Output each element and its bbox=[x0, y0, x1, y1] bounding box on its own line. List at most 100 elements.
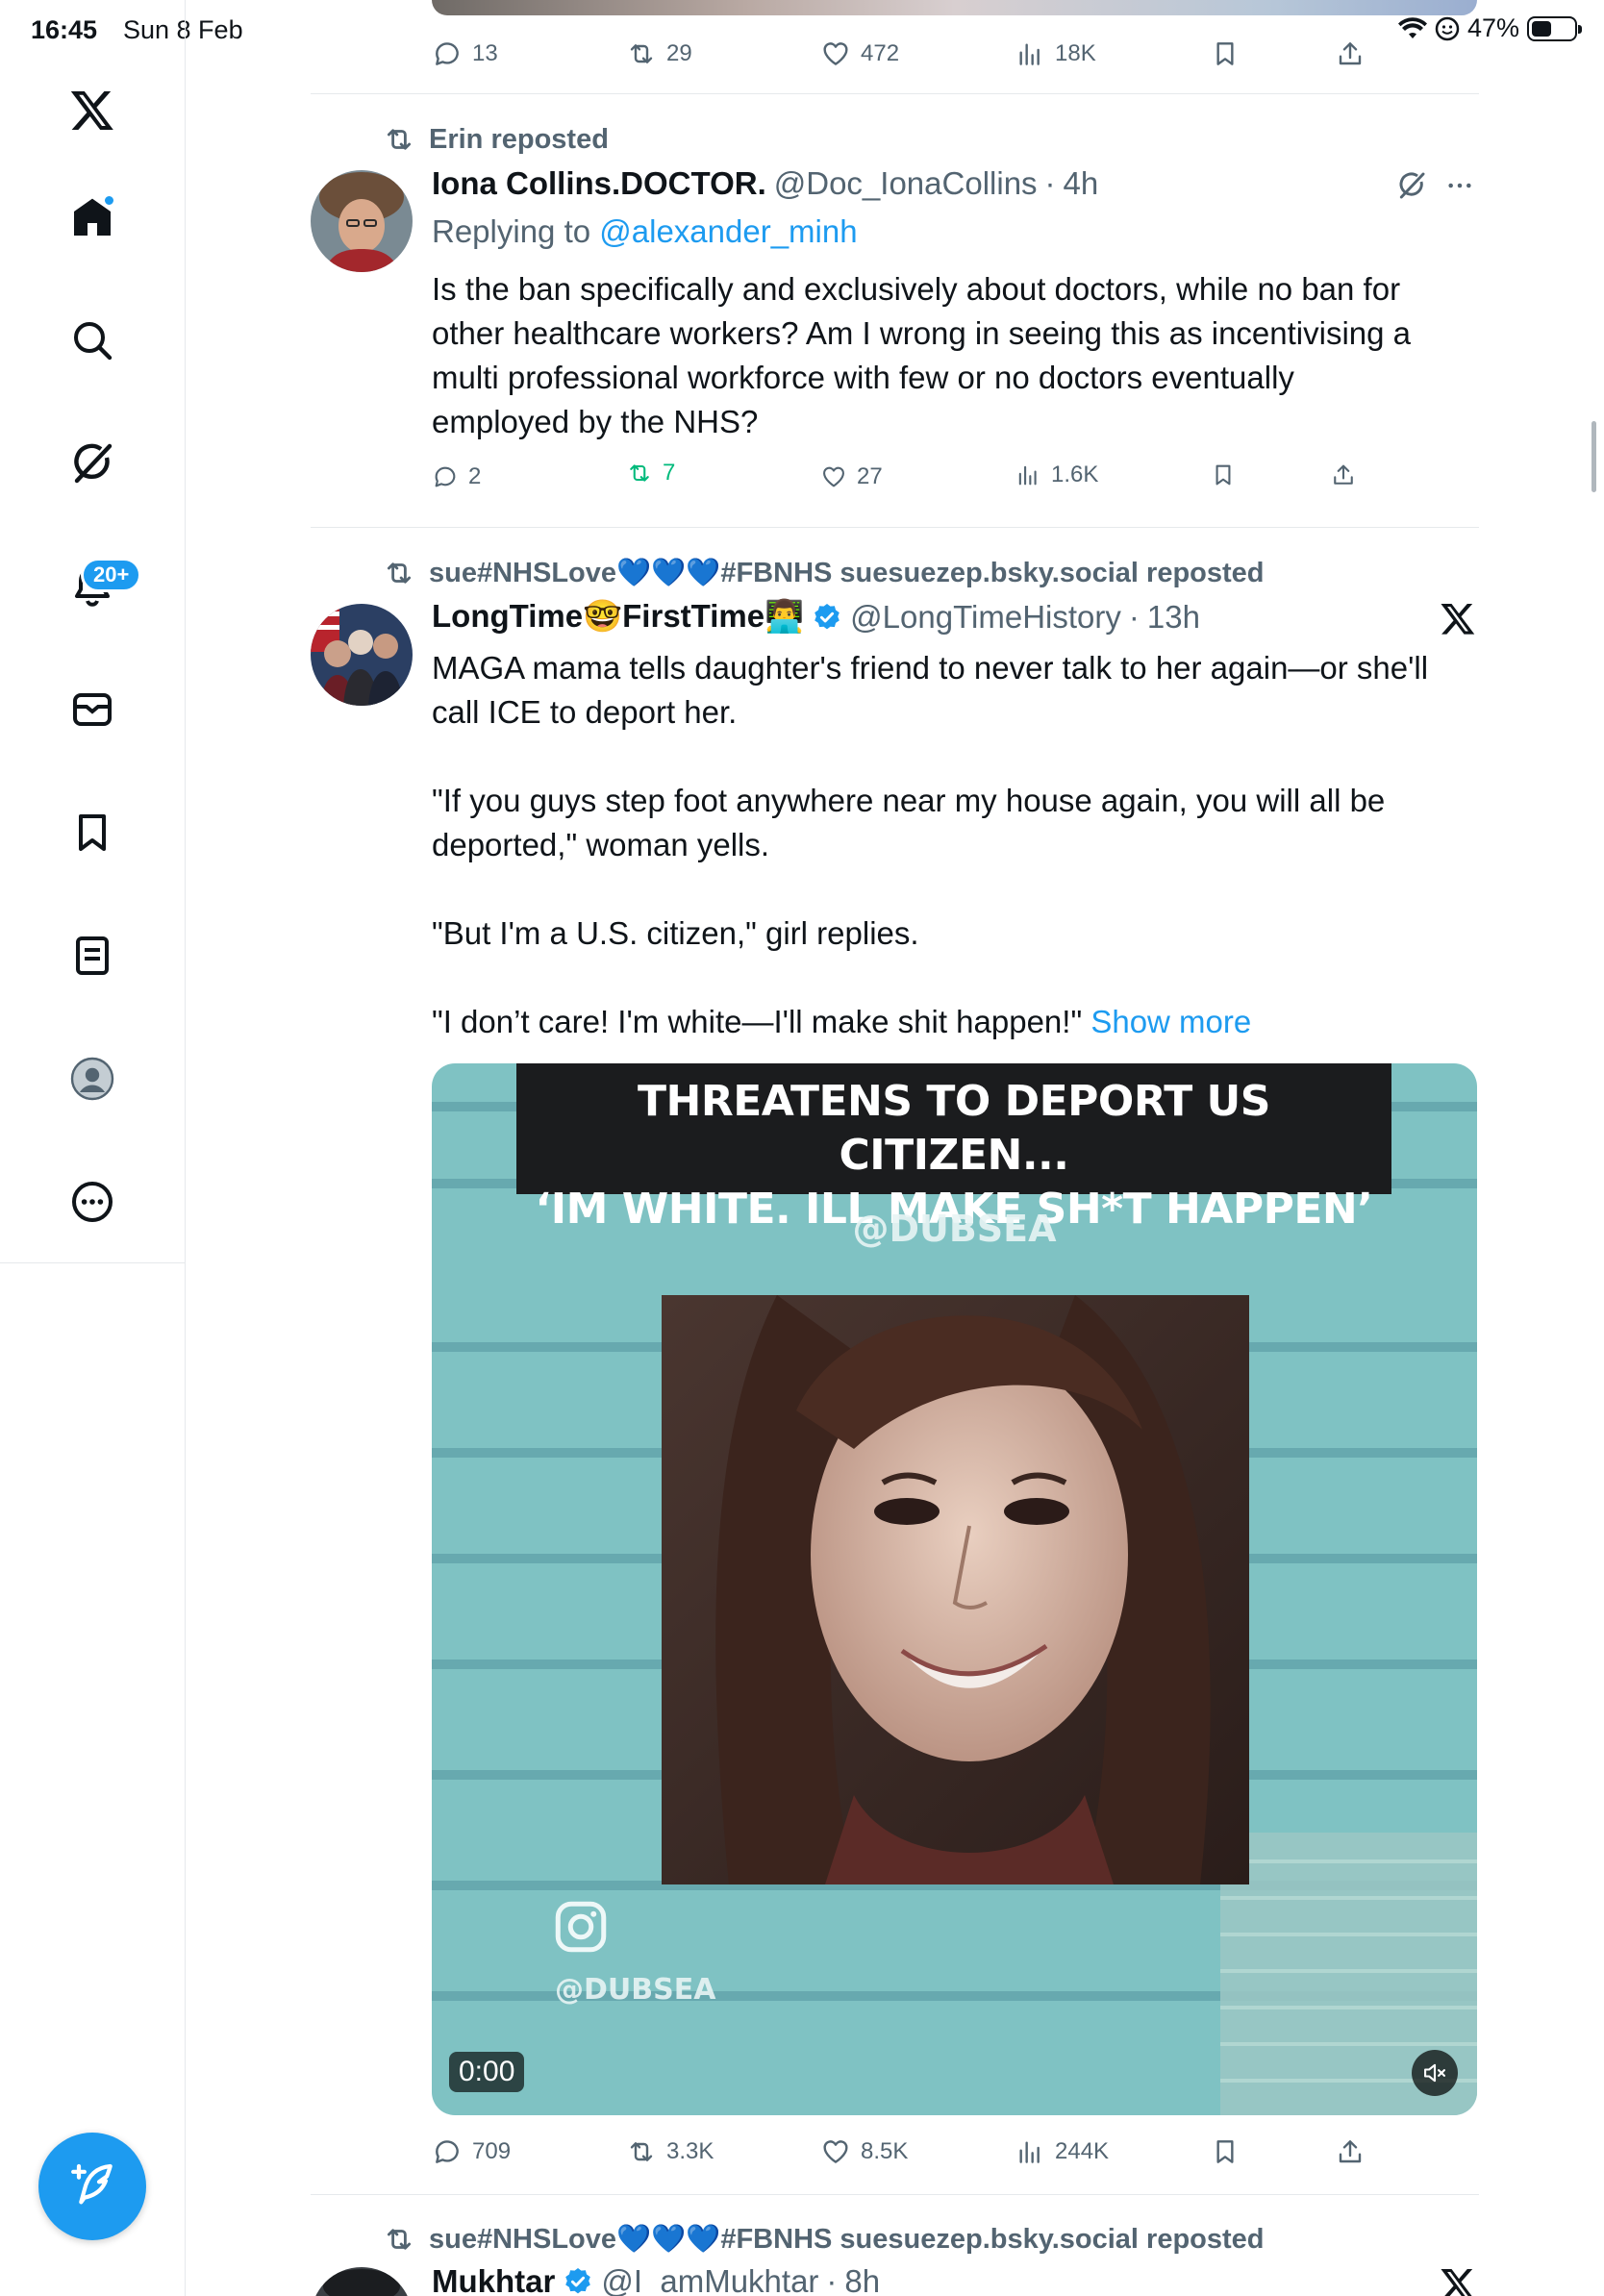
tweet-body: MAGA mama tells daughter's friend to nev… bbox=[432, 650, 1429, 1039]
views-count: 244K bbox=[1055, 2138, 1110, 2164]
repost-button[interactable]: 29 bbox=[626, 38, 692, 69]
like-count: 472 bbox=[861, 40, 900, 66]
profile-icon[interactable] bbox=[60, 1046, 125, 1111]
repost-context-label: Erin reposted bbox=[429, 123, 609, 155]
handle[interactable]: @LongTimeHistory bbox=[850, 599, 1121, 636]
views-button[interactable]: 244K bbox=[1015, 2136, 1109, 2167]
repost-count: 7 bbox=[663, 460, 676, 486]
repost-context-label: sue#NHSLove💙💙💙#FBNHS suesuezep.bsky.soci… bbox=[429, 2224, 1265, 2255]
like-button[interactable]: 472 bbox=[820, 38, 899, 69]
lists-icon[interactable] bbox=[60, 923, 125, 988]
heart-icon bbox=[823, 42, 848, 65]
heart-icon bbox=[823, 2140, 848, 2163]
timestamp[interactable]: 13h bbox=[1147, 599, 1200, 636]
video-watermark: @DUBSEA bbox=[555, 1973, 716, 2007]
bookmark-icon bbox=[1216, 464, 1231, 486]
views-button[interactable]: 18K bbox=[1015, 38, 1096, 69]
scrollbar[interactable] bbox=[1591, 421, 1596, 492]
bookmarks-icon[interactable] bbox=[60, 800, 125, 865]
more-options-icon[interactable] bbox=[1444, 170, 1475, 206]
show-more-link[interactable]: Show more bbox=[1090, 1004, 1251, 1039]
focus-icon bbox=[1435, 16, 1460, 40]
tweet-author-row: Mukhtar @I_amMukhtar · 8h bbox=[432, 2263, 880, 2296]
share-icon bbox=[1339, 42, 1362, 65]
avatar[interactable] bbox=[311, 604, 413, 706]
reply-button[interactable]: 13 bbox=[432, 38, 498, 69]
sidebar-divider bbox=[0, 1262, 186, 1263]
search-icon[interactable] bbox=[60, 308, 125, 373]
bookmark-button[interactable] bbox=[1210, 462, 1237, 488]
notifications-badge: 20+ bbox=[81, 558, 142, 592]
reply-button[interactable]: 709 bbox=[432, 2136, 511, 2167]
share-button[interactable] bbox=[1335, 2136, 1366, 2167]
share-button[interactable] bbox=[1335, 38, 1366, 69]
verified-badge-icon bbox=[815, 603, 840, 629]
reply-count: 13 bbox=[472, 40, 498, 66]
views-count: 1.6K bbox=[1051, 462, 1099, 487]
like-count: 27 bbox=[857, 463, 883, 489]
tweet-separator bbox=[311, 2194, 1479, 2195]
grok-icon[interactable] bbox=[60, 431, 125, 496]
replying-to: Replying to @alexander_minh bbox=[432, 213, 858, 250]
more-icon[interactable] bbox=[60, 1169, 125, 1235]
mute-button[interactable] bbox=[1412, 2050, 1458, 2096]
separator-dot: · bbox=[1044, 165, 1056, 201]
repost-context: sue#NHSLove💙💙💙#FBNHS suesuezep.bsky.soci… bbox=[383, 2223, 1265, 2256]
handle[interactable]: @I_amMukhtar bbox=[601, 2263, 818, 2296]
wifi-icon bbox=[1397, 16, 1427, 38]
x-logo-icon[interactable] bbox=[1440, 2265, 1476, 2296]
separator-dot: · bbox=[1128, 598, 1140, 635]
home-unread-dot bbox=[103, 194, 115, 207]
x-logo-icon[interactable] bbox=[60, 77, 125, 142]
repost-count: 3.3K bbox=[666, 2138, 714, 2164]
share-icon bbox=[1339, 2140, 1362, 2163]
compose-button[interactable] bbox=[38, 2133, 146, 2240]
repost-context-label: sue#NHSLove💙💙💙#FBNHS suesuezep.bsky.soci… bbox=[429, 558, 1265, 588]
bookmark-icon bbox=[1216, 42, 1234, 65]
timestamp[interactable]: 4h bbox=[1064, 165, 1099, 202]
video-timestamp: 0:00 bbox=[449, 2052, 525, 2092]
views-icon bbox=[1018, 465, 1037, 486]
like-count: 8.5K bbox=[861, 2138, 909, 2164]
share-button[interactable] bbox=[1330, 462, 1357, 488]
timestamp[interactable]: 8h bbox=[844, 2263, 880, 2296]
repost-icon bbox=[387, 129, 412, 150]
views-button[interactable]: 1.6K bbox=[1015, 462, 1098, 488]
sidebar: 20+ bbox=[0, 0, 186, 2296]
avatar[interactable] bbox=[311, 170, 413, 272]
tweet-separator bbox=[311, 527, 1479, 528]
replying-to-handle[interactable]: @alexander_minh bbox=[599, 213, 857, 249]
display-name[interactable]: Mukhtar bbox=[432, 2263, 555, 2296]
x-logo-icon[interactable] bbox=[1440, 600, 1476, 641]
reply-icon bbox=[435, 466, 456, 487]
bookmark-button[interactable] bbox=[1210, 2136, 1241, 2167]
heart-icon bbox=[823, 466, 844, 487]
repost-button[interactable]: 7 bbox=[626, 460, 675, 487]
grok-icon[interactable] bbox=[1396, 170, 1427, 206]
repost-context: sue#NHSLove💙💙💙#FBNHS suesuezep.bsky.soci… bbox=[383, 557, 1265, 589]
handle[interactable]: @Doc_IonaCollins bbox=[774, 165, 1038, 202]
repost-context: Erin reposted bbox=[383, 123, 609, 156]
repost-button[interactable]: 3.3K bbox=[626, 2136, 714, 2167]
tweet-author-row: Iona Collins.DOCTOR. @Doc_IonaCollins · … bbox=[432, 165, 1098, 202]
reply-icon bbox=[436, 42, 459, 65]
views-icon bbox=[1019, 2141, 1040, 2163]
display-name[interactable]: LongTime🤓FirstTime👨‍💻 bbox=[432, 598, 804, 636]
video-player[interactable]: THREATENS TO DEPORT US CITIZEN... ‘IM WH… bbox=[432, 1063, 1477, 2115]
battery-icon bbox=[1527, 15, 1582, 41]
messages-icon[interactable] bbox=[60, 677, 125, 742]
verified-badge-icon bbox=[565, 2268, 591, 2294]
display-name[interactable]: Iona Collins.DOCTOR. bbox=[432, 165, 766, 202]
like-button[interactable]: 8.5K bbox=[820, 2136, 908, 2167]
previous-tweet-media[interactable] bbox=[432, 0, 1477, 15]
avatar[interactable] bbox=[311, 2267, 413, 2296]
battery-fill bbox=[1532, 20, 1551, 37]
reply-button[interactable]: 2 bbox=[432, 463, 481, 490]
reply-count: 2 bbox=[468, 463, 482, 489]
repost-icon bbox=[387, 562, 412, 584]
like-button[interactable]: 27 bbox=[820, 463, 883, 490]
repost-icon bbox=[630, 44, 653, 63]
home-icon[interactable] bbox=[60, 185, 125, 250]
views-count: 18K bbox=[1055, 40, 1096, 66]
bookmark-button[interactable] bbox=[1210, 38, 1241, 69]
